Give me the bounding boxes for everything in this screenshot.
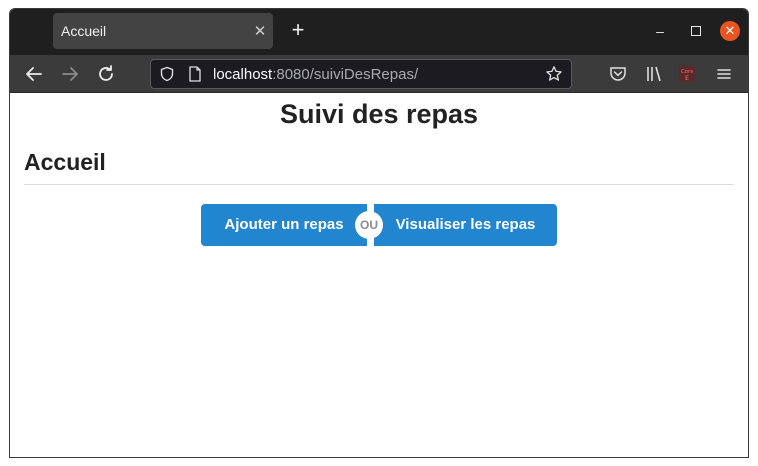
forward-arrow-icon[interactable] [58, 62, 82, 86]
pocket-icon[interactable] [608, 64, 628, 84]
section-divider [24, 184, 734, 185]
view-meals-button[interactable]: Visualiser les repas [374, 204, 557, 246]
section-title: Accueil [24, 149, 106, 175]
library-icon[interactable] [644, 64, 664, 84]
page-content: Suivi des repas Accueil Ajouter un repas… [10, 93, 748, 457]
navigation-toolbar: localhost:8080/suiviDesRepas/ Cors E [10, 55, 748, 93]
page-title: Suivi des repas [279, 99, 479, 129]
address-bar[interactable]: localhost:8080/suiviDesRepas/ [150, 59, 572, 89]
add-meal-button[interactable]: Ajouter un repas [201, 204, 367, 246]
or-separator: OU [355, 211, 383, 239]
reload-icon[interactable] [94, 62, 118, 86]
url-host: localhost [213, 66, 273, 83]
hamburger-menu-icon[interactable] [714, 64, 734, 84]
cors-extension-icon[interactable]: Cors E [677, 64, 697, 84]
new-tab-button[interactable]: + [286, 19, 310, 43]
browser-window: Accueil ✕ + – ✕ localhost:8080/suiviDesR… [9, 8, 749, 458]
bookmark-star-icon[interactable] [545, 65, 563, 83]
maximize-button[interactable] [686, 21, 706, 41]
tab-bar: Accueil ✕ + – ✕ [10, 9, 748, 55]
page-icon [189, 66, 201, 82]
tab-accueil[interactable]: Accueil ✕ [53, 13, 273, 49]
url-text[interactable]: localhost:8080/suiviDesRepas/ [213, 66, 418, 84]
url-path: :8080/suiviDesRepas/ [272, 66, 419, 83]
shield-icon[interactable] [159, 66, 175, 82]
tab-title: Accueil [61, 23, 107, 39]
back-arrow-icon[interactable] [22, 62, 46, 86]
close-window-button[interactable]: ✕ [720, 21, 740, 41]
tab-close-icon[interactable]: ✕ [247, 22, 273, 40]
minimize-button[interactable]: – [650, 21, 670, 41]
cors-label-bottom: E [685, 75, 689, 82]
